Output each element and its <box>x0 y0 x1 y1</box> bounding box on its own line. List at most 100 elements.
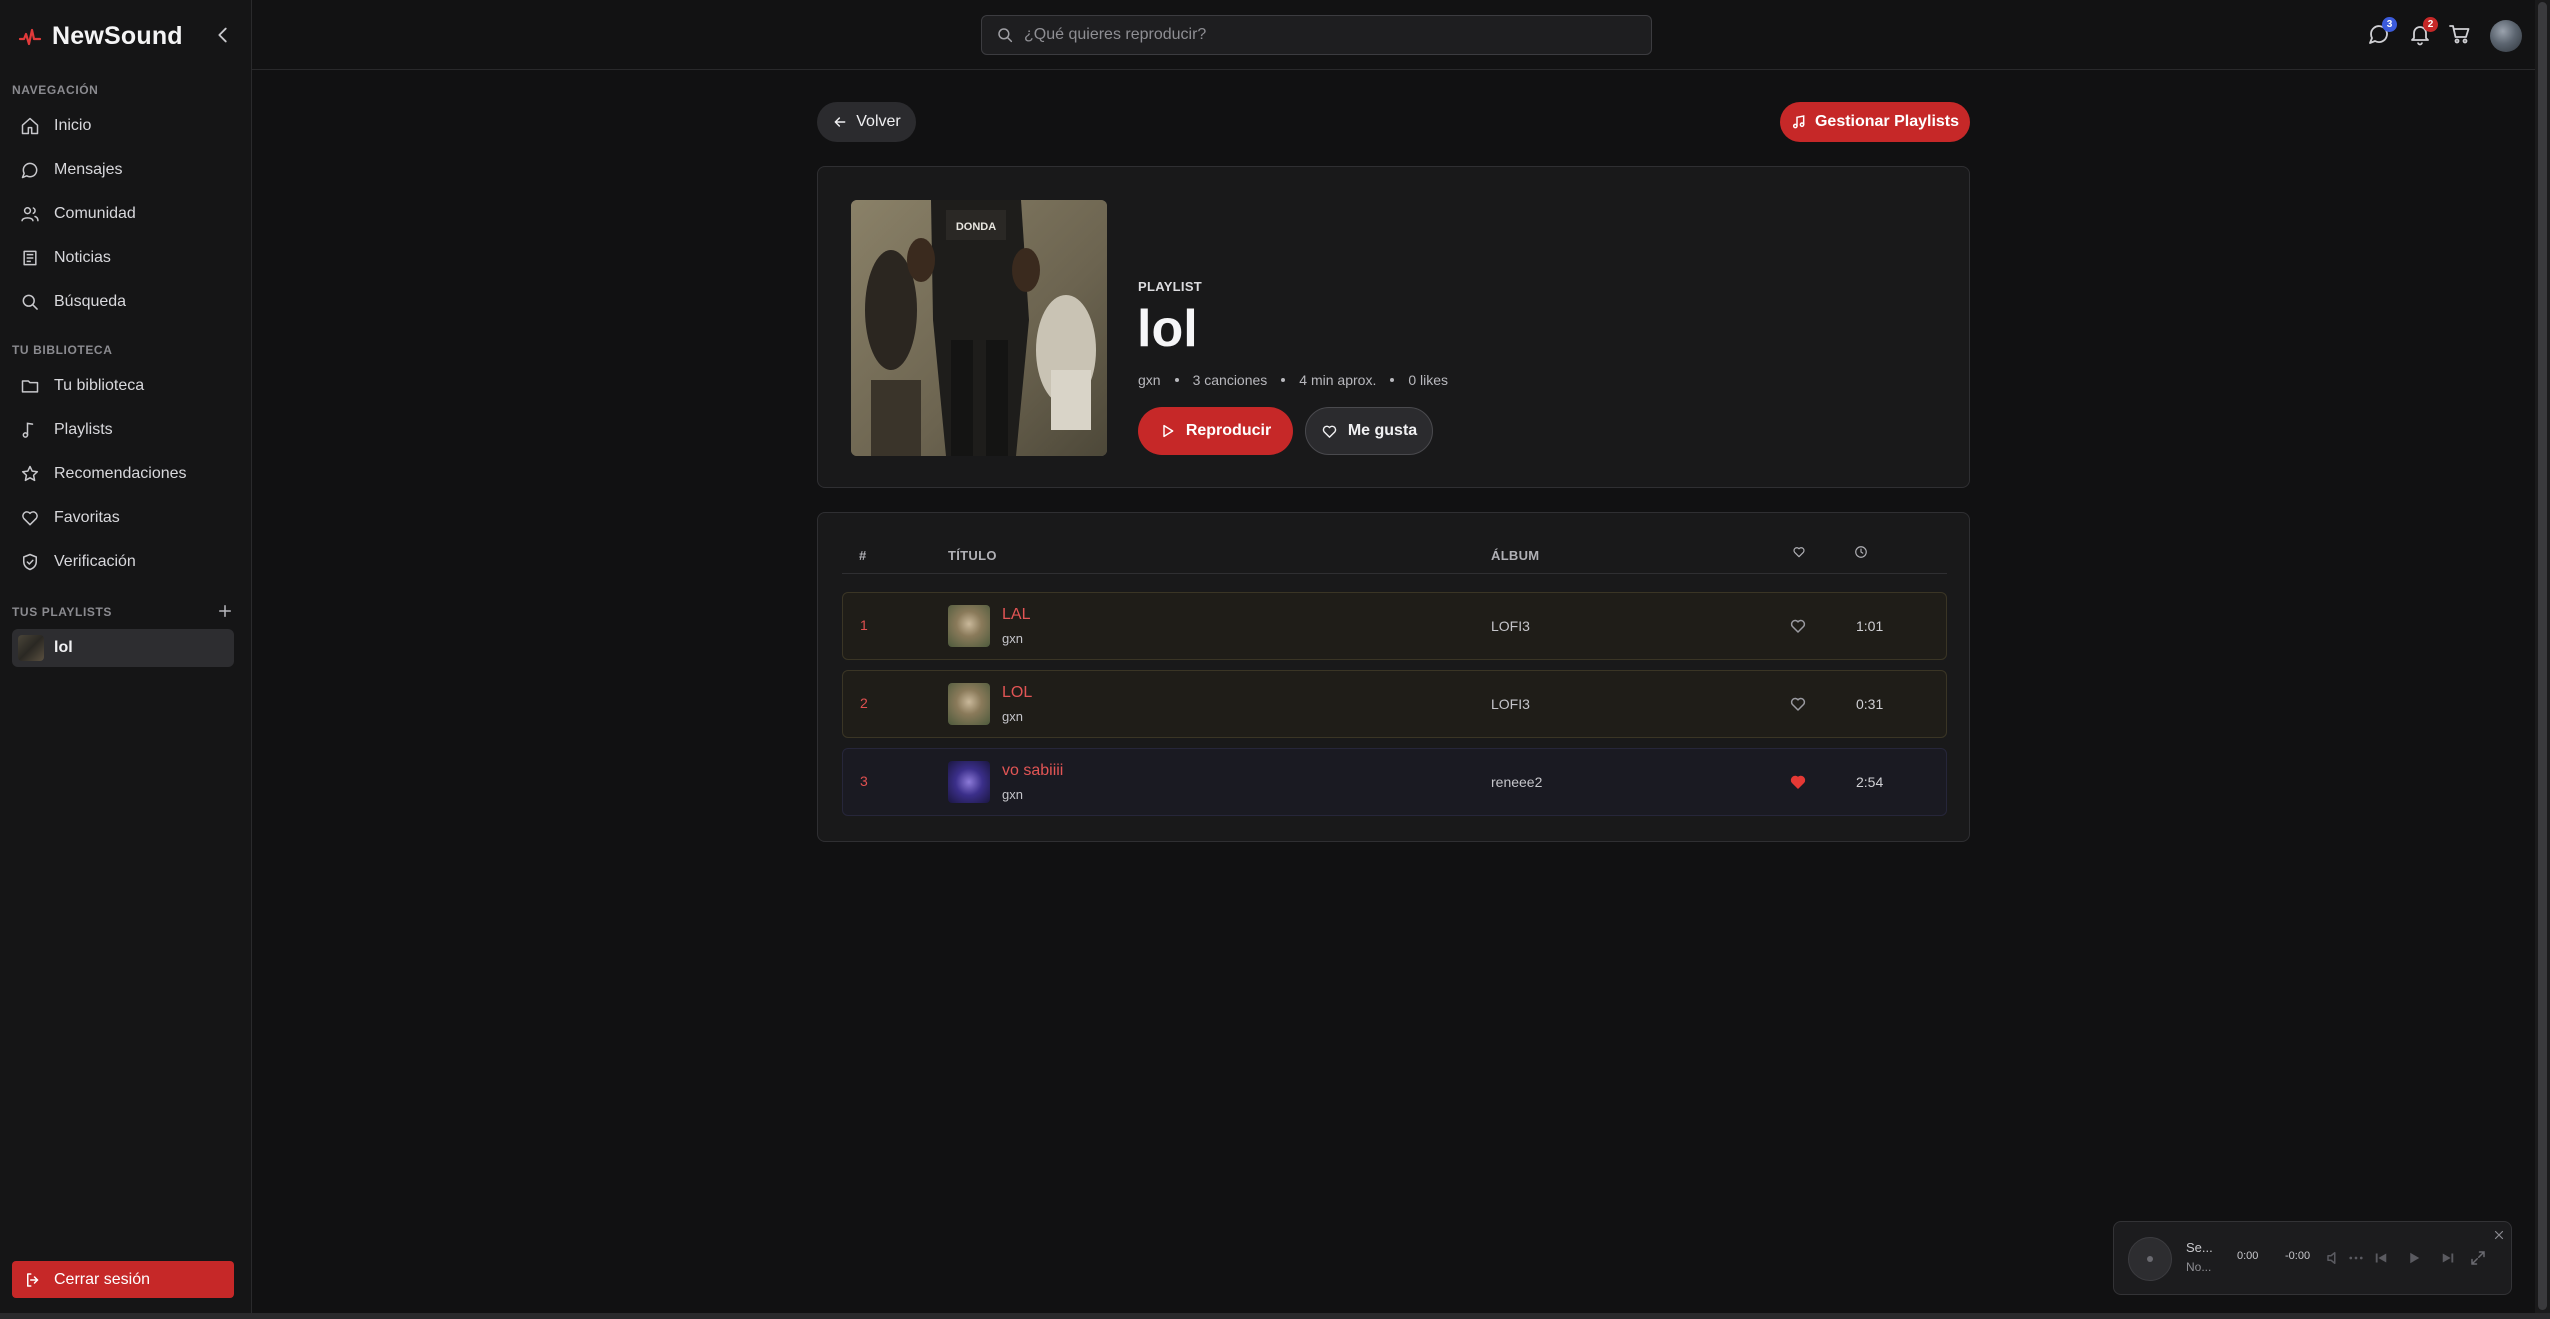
heart-icon <box>22 511 38 526</box>
search-icon <box>998 28 1013 43</box>
track-title[interactable]: LOL <box>1002 684 1032 702</box>
arrow-left-icon <box>834 117 846 127</box>
sidebar-item-label: Comunidad <box>54 205 136 222</box>
manage-playlists-button[interactable]: Gestionar Playlists <box>1780 102 1970 142</box>
heart-filled-icon[interactable] <box>1789 773 1807 791</box>
table-row[interactable]: 2 LOL gxn LOFI3 0:31 <box>842 670 1947 738</box>
sidebar-item-inicio[interactable]: Inicio <box>12 108 234 144</box>
scrollbar-thumb[interactable] <box>2538 2 2547 1310</box>
track-title[interactable]: vo sabiiii <box>1002 762 1063 780</box>
track-number: 1 <box>860 617 868 633</box>
cart-icon <box>2449 25 2470 44</box>
logout-icon <box>27 1272 39 1287</box>
track-number: 2 <box>860 695 868 711</box>
playlist-type-label: PLAYLIST <box>1138 279 1203 294</box>
sidebar-item-favoritas[interactable]: Favoritas <box>12 500 234 536</box>
sidebar-item-label: Mensajes <box>54 161 123 178</box>
playlist-meta: gxn 3 canciones 4 min aprox. 0 likes <box>1138 372 1448 388</box>
shield-check-icon <box>23 553 37 571</box>
like-button[interactable]: Me gusta <box>1305 407 1433 455</box>
playlist-title: lol <box>1137 300 1198 358</box>
soundwave-logo-icon <box>18 28 42 45</box>
cover-lettering: DONDA <box>956 221 996 233</box>
meta-separator <box>1390 378 1395 382</box>
sidebar-item-tu-biblioteca[interactable]: Tu biblioteca <box>12 368 234 404</box>
play-icon[interactable] <box>2405 1249 2423 1267</box>
sidebar-item-busqueda[interactable]: Búsqueda <box>12 284 234 320</box>
playlists-section-title: TUS PLAYLISTS <box>12 605 113 619</box>
nav-section-title: NAVEGACIÓN <box>12 83 99 97</box>
sidebar-item-label: Búsqueda <box>54 293 127 310</box>
playlist-owner[interactable]: gxn <box>1138 372 1161 388</box>
now-playing-title: Se... <box>2186 1240 2213 1255</box>
sidebar-item-label: Recomendaciones <box>54 465 187 482</box>
elapsed-time: 0:00 <box>2237 1250 2259 1262</box>
meta-separator <box>1281 378 1286 382</box>
track-album[interactable]: LOFI3 <box>1491 696 1530 712</box>
newspaper-icon <box>23 250 37 266</box>
sidebar-item-recomendaciones[interactable]: Recomendaciones <box>12 456 234 492</box>
messages-button[interactable]: 3 <box>2367 17 2397 46</box>
column-header-number: # <box>859 548 867 563</box>
column-header-album: ÁLBUM <box>1491 548 1540 563</box>
sidebar-item-comunidad[interactable]: Comunidad <box>12 196 234 232</box>
sidebar-item-playlists[interactable]: Playlists <box>12 412 234 448</box>
back-button[interactable]: Volver <box>817 102 916 142</box>
play-button[interactable]: Reproducir <box>1138 407 1293 455</box>
search-input[interactable] <box>1024 26 1624 44</box>
mini-player: Se... No... 0:00 -0:00 <box>2113 1221 2512 1295</box>
playlist-thumbnail <box>18 635 44 661</box>
track-album[interactable]: reneee2 <box>1491 774 1542 790</box>
notifications-button[interactable]: 2 <box>2408 17 2438 46</box>
header-divider <box>842 573 1947 574</box>
track-artist[interactable]: gxn <box>1002 787 1023 802</box>
track-duration: 2:54 <box>1856 774 1884 790</box>
column-header-title: TÍTULO <box>948 548 997 563</box>
sidebar-item-label: Noticias <box>54 249 111 266</box>
sidebar: NewSound NAVEGACIÓN Inicio Mensajes Comu… <box>0 0 252 1313</box>
close-icon[interactable] <box>2493 1229 2505 1241</box>
window-bottom-edge <box>0 1313 2550 1319</box>
brand-name: NewSound <box>52 22 183 50</box>
user-avatar[interactable] <box>2490 20 2522 52</box>
logout-label: Cerrar sesión <box>54 1270 151 1288</box>
music-note-icon <box>1792 115 1805 129</box>
play-label: Reproducir <box>1185 422 1272 439</box>
track-list: # TÍTULO ÁLBUM 1 LAL gxn LOFI3 1:01 2 LO… <box>817 512 1970 842</box>
table-row[interactable]: 1 LAL gxn LOFI3 1:01 <box>842 592 1947 660</box>
next-track-icon[interactable] <box>2439 1249 2457 1267</box>
brand[interactable]: NewSound <box>18 22 183 51</box>
sidebar-item-label: Inicio <box>54 117 92 134</box>
sidebar-item-noticias[interactable]: Noticias <box>12 240 234 276</box>
heart-outline-icon[interactable] <box>1789 617 1807 635</box>
sidebar-playlist-item[interactable]: lol <box>12 629 234 667</box>
track-artist[interactable]: gxn <box>1002 631 1023 646</box>
playlist-duration: 4 min aprox. <box>1299 372 1377 388</box>
track-album[interactable]: LOFI3 <box>1491 618 1530 634</box>
table-row[interactable]: 3 vo sabiiii gxn reneee2 2:54 <box>842 748 1947 816</box>
volume-icon[interactable] <box>2325 1249 2343 1267</box>
track-thumbnail <box>948 683 990 725</box>
topbar: 3 2 <box>252 0 2535 70</box>
messages-badge: 3 <box>2382 17 2397 32</box>
expand-icon[interactable] <box>2469 1249 2487 1267</box>
heart-outline-icon[interactable] <box>1789 695 1807 713</box>
logout-button[interactable]: Cerrar sesión <box>12 1261 234 1298</box>
previous-track-icon[interactable] <box>2372 1249 2390 1267</box>
collapse-sidebar-chevron-left-icon[interactable] <box>212 24 234 46</box>
sidebar-item-mensajes[interactable]: Mensajes <box>12 152 234 188</box>
remaining-time: -0:00 <box>2285 1250 2311 1262</box>
search-box[interactable] <box>981 15 1652 55</box>
column-header-like-heart-icon <box>1793 547 1805 558</box>
sidebar-item-verificacion[interactable]: Verificación <box>12 544 234 580</box>
search-icon <box>22 294 38 310</box>
track-title[interactable]: LAL <box>1002 606 1030 624</box>
back-label: Volver <box>856 113 901 130</box>
home-icon <box>21 117 39 135</box>
track-artist[interactable]: gxn <box>1002 709 1023 724</box>
folder-icon <box>21 380 39 393</box>
add-playlist-plus-icon[interactable] <box>216 602 234 620</box>
more-options-icon[interactable] <box>2347 1249 2365 1267</box>
cart-button[interactable] <box>2448 22 2472 46</box>
track-number: 3 <box>860 773 868 789</box>
